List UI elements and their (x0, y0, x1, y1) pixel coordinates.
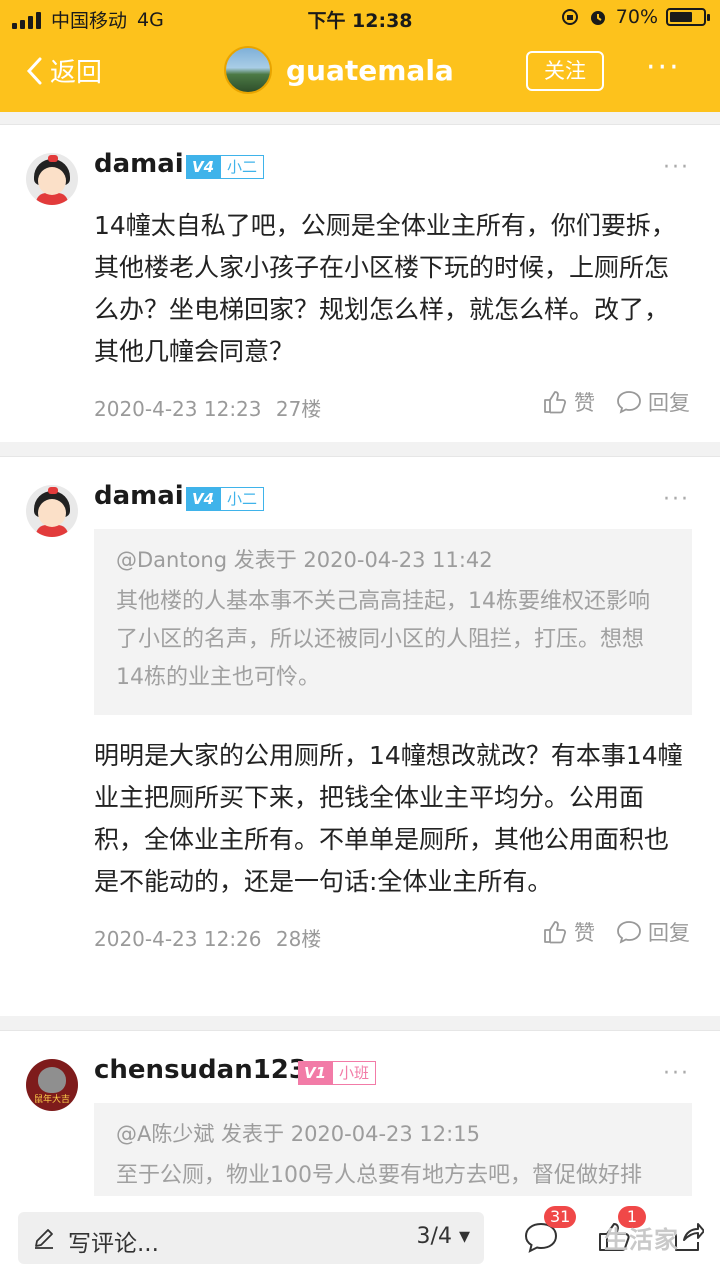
post-meta: 2020-4-23 12:26 28楼 (94, 923, 321, 952)
post-date: 2020-4-23 12:23 (94, 397, 262, 421)
rank-label: 小班 (332, 1061, 377, 1085)
avatar-caption: 鼠年大吉 (33, 1095, 70, 1105)
comment-placeholder: 写评论... (68, 1231, 159, 1257)
post-date: 2020-4-23 12:26 (94, 927, 262, 951)
status-bar: 中国移动 4G 下午 12:38 70% (0, 0, 720, 36)
top-header: 中国移动 4G 下午 12:38 70% 返回 guatemala 关注 ··· (0, 0, 720, 112)
rotation-lock-icon (561, 9, 578, 25)
like-button[interactable]: 赞 (542, 387, 595, 417)
quote-header: @Dantong 发表于 2020-04-23 11:42 (116, 548, 493, 572)
reply-label: 回复 (648, 921, 690, 945)
battery-percent: 70% (615, 6, 658, 28)
quoted-post[interactable]: @Dantong 发表于 2020-04-23 11:42 其他楼的人基本事不关… (94, 529, 692, 715)
level-label: V4 (186, 487, 221, 511)
level-label: V1 (298, 1061, 333, 1085)
avatar[interactable]: 鼠年大吉 (26, 1059, 78, 1111)
like-label: 赞 (574, 391, 595, 415)
username[interactable]: damai (94, 149, 184, 179)
alarm-icon (590, 11, 605, 25)
comment-input[interactable]: 写评论... 3/4 ▾ (18, 1212, 484, 1264)
reply-feed: damai V4 小二 ··· 14幢太自私了吧，公厕是全体业主所有，你们要拆，… (0, 124, 720, 1280)
watermark-logo: 生活家 (604, 1226, 679, 1254)
reply-text: 明明是大家的公用厕所，14幢想改就改？有本事14幢业主把厕所买下来，把钱全体业主… (94, 741, 683, 896)
pencil-icon (35, 1229, 53, 1249)
comment-bubble-icon (617, 921, 641, 944)
comment-bubble-icon (617, 391, 641, 414)
post-meta: 2020-4-23 12:23 27楼 (94, 393, 321, 422)
post-more-button[interactable]: ··· (663, 155, 690, 180)
reply-button[interactable]: 回复 (616, 917, 690, 947)
reply-text: 14幢太自私了吧，公厕是全体业主所有，你们要拆，其他楼老人家小孩子在小区楼下玩的… (94, 211, 676, 366)
post-more-button[interactable]: ··· (663, 487, 690, 512)
comment-count-badge: 31 (544, 1206, 577, 1228)
battery-icon (666, 8, 710, 26)
thread-avatar[interactable] (224, 46, 272, 94)
bottom-toolbar: 写评论... 3/4 ▾ 31 1 生活家 (0, 1196, 720, 1280)
level-label: V4 (186, 155, 221, 179)
more-menu-button[interactable]: ··· (646, 53, 681, 83)
username[interactable]: chensudan123 (94, 1055, 307, 1085)
level-badge: V4 小二 (186, 155, 265, 179)
floor-number: 27楼 (275, 397, 322, 421)
page-selector[interactable]: 3/4 ▾ (417, 1224, 470, 1249)
floor-number: 28楼 (275, 927, 322, 951)
back-label: 返回 (50, 58, 103, 88)
like-button[interactable]: 赞 (542, 917, 595, 947)
reply-button[interactable]: 回复 (616, 387, 690, 417)
thumbs-up-icon (544, 391, 567, 414)
thumbs-up-icon (544, 921, 567, 944)
username[interactable]: damai (94, 481, 184, 511)
rank-label: 小二 (220, 487, 265, 511)
level-badge: V1 小班 (298, 1061, 377, 1085)
page-title: guatemala (286, 53, 454, 87)
quote-text: 其他楼的人基本事不关己高高挂起，14栋要维权还影响了小区的名声，所以还被同小区的… (116, 589, 650, 690)
rank-label: 小二 (220, 155, 265, 179)
chevron-left-icon (26, 57, 42, 84)
thread-title-area[interactable]: guatemala (224, 46, 454, 94)
nav-bar: 返回 guatemala 关注 ··· (0, 36, 720, 112)
like-label: 赞 (574, 921, 595, 945)
reply-post: damai V4 小二 ··· @Dantong 发表于 2020-04-23 … (0, 456, 720, 1016)
avatar[interactable] (26, 485, 78, 537)
post-more-button[interactable]: ··· (663, 1061, 690, 1086)
level-badge: V4 小二 (186, 487, 265, 511)
avatar[interactable] (26, 153, 78, 205)
back-button[interactable]: 返回 (24, 52, 102, 89)
quote-header: @A陈少斌 发表于 2020-04-23 12:15 (116, 1122, 480, 1146)
reply-label: 回复 (648, 391, 690, 415)
reply-post: damai V4 小二 ··· 14幢太自私了吧，公厕是全体业主所有，你们要拆，… (0, 124, 720, 442)
follow-button[interactable]: 关注 (526, 51, 604, 91)
